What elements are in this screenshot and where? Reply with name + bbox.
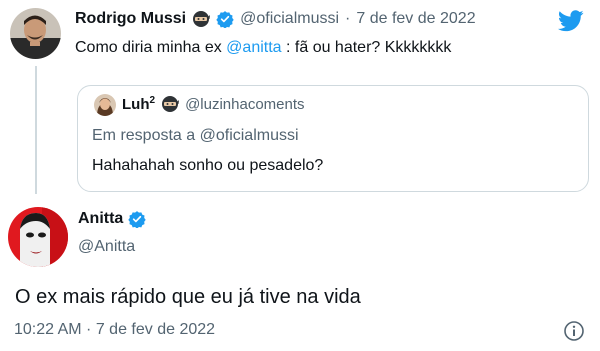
twitter-bird-icon[interactable] (557, 10, 584, 32)
thread-line (35, 66, 37, 194)
avatar-anitta[interactable] (8, 207, 68, 267)
avatar-luh[interactable] (94, 94, 116, 116)
reply-handle[interactable]: @oficialmussi (200, 127, 299, 144)
author-name[interactable]: Anitta (78, 210, 123, 228)
tweet-text-part: : fã ou hater? Kkkkkkkk (281, 39, 452, 56)
verified-badge-icon (216, 10, 234, 29)
quoted-author-name-text: Luh (122, 96, 150, 113)
avatar-rodrigo-mussi[interactable] (10, 8, 61, 59)
ninja-emoji-icon (192, 10, 211, 28)
verified-badge-icon (128, 210, 147, 229)
reply-prefix: Em resposta a (92, 127, 200, 144)
author-handle[interactable]: @oficialmussi (240, 10, 339, 28)
tweet-text-part: Como diria minha ex (75, 39, 227, 56)
quoted-author-name[interactable]: Luh2 (122, 95, 155, 113)
tweet-timestamp[interactable]: 10:22 AM · 7 de fev de 2022 (14, 321, 215, 339)
quoted-tweet-text: Hahahahah sonho ou pesadelo? (92, 157, 324, 174)
tweet-date[interactable]: 7 de fev de 2022 (356, 10, 475, 28)
mention-link[interactable]: @anitta (226, 39, 281, 56)
tweet2-header: Anitta (78, 210, 147, 229)
author-name[interactable]: Rodrigo Mussi (75, 10, 186, 28)
quoted-author-sup: 2 (149, 95, 156, 106)
author-handle[interactable]: @Anitta (78, 238, 135, 256)
quoted-author-handle[interactable]: @luzinhacoments (185, 96, 304, 113)
tweet1-text: Como diria minha ex @anitta : fã ou hate… (75, 39, 451, 57)
ninja-emoji-icon (161, 95, 180, 113)
quoted-reply-context: Em resposta a @oficialmussi (92, 127, 299, 145)
quoted-tweet-header: Luh2 @luzinhacoments (122, 95, 305, 113)
separator: · (345, 10, 351, 27)
info-icon[interactable] (563, 320, 585, 342)
tweet1-header: Rodrigo Mussi @oficialmussi · 7 de fev d… (75, 10, 476, 29)
tweet2-text: O ex mais rápido que eu já tive na vida (15, 286, 361, 308)
